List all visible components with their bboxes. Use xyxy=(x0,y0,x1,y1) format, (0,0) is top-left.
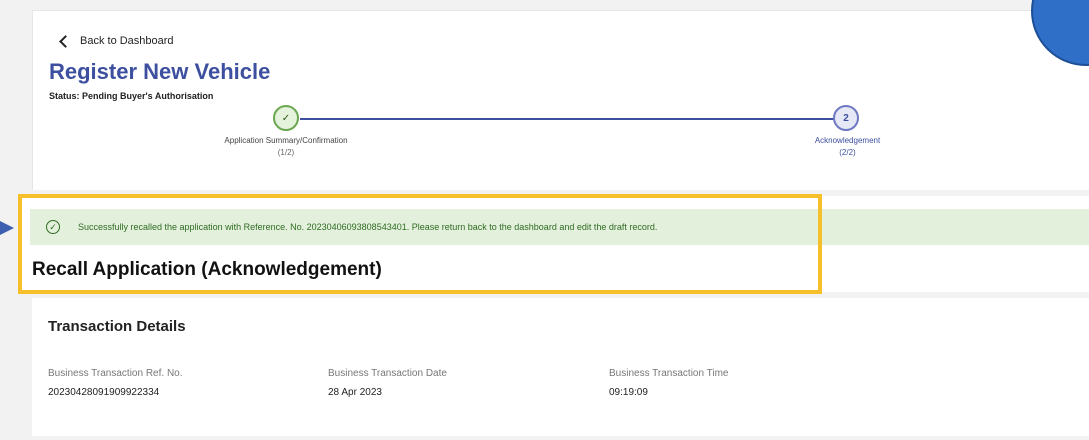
tx-ref-value: 20230428091909922334 xyxy=(48,387,160,398)
tx-time-label: Business Transaction Time xyxy=(609,368,729,379)
tx-date-value: 28 Apr 2023 xyxy=(328,387,382,398)
acknowledgement-section: ✓ Successfully recalled the application … xyxy=(20,196,1089,292)
success-alert: ✓ Successfully recalled the application … xyxy=(30,209,1089,245)
step-1-title: Application Summary/Confirmation xyxy=(224,136,348,145)
tx-date-field: Business Transaction Date 28 Apr 2023 xyxy=(328,368,447,398)
tx-time-field: Business Transaction Time 09:19:09 xyxy=(609,368,729,398)
chevron-left-icon xyxy=(59,34,72,48)
back-link-label: Back to Dashboard xyxy=(80,35,174,47)
section-title: Recall Application (Acknowledgement) xyxy=(32,259,382,280)
header-card: Back to Dashboard Register New Vehicle S… xyxy=(32,10,1089,190)
step-1-progress: (1/2) xyxy=(277,148,295,157)
step-2-indicator: 2 xyxy=(833,105,859,131)
check-circle-icon: ✓ xyxy=(46,220,60,234)
page-title: Register New Vehicle xyxy=(49,59,271,84)
tx-ref-field: Business Transaction Ref. No. 2023042809… xyxy=(48,368,183,398)
status-text: Status: Pending Buyer's Authorisation xyxy=(49,91,214,101)
tx-time-value: 09:19:09 xyxy=(609,387,648,398)
step-1-label: Application Summary/Confirmation (1/2) xyxy=(190,135,382,159)
annotation-arrow-icon xyxy=(0,221,14,235)
step-1-complete-icon: ✓ xyxy=(273,105,299,131)
back-to-dashboard-link[interactable]: Back to Dashboard xyxy=(57,34,174,48)
tx-ref-label: Business Transaction Ref. No. xyxy=(48,368,183,379)
tx-date-label: Business Transaction Date xyxy=(328,368,447,379)
stepper-connector xyxy=(300,118,836,120)
step-2-label: Acknowledgement (2/2) xyxy=(770,135,925,159)
step-2-progress: (2/2) xyxy=(839,148,856,157)
success-message: Successfully recalled the application wi… xyxy=(78,222,658,232)
transaction-details-title: Transaction Details xyxy=(48,318,186,335)
transaction-details-card: Transaction Details Business Transaction… xyxy=(32,298,1089,436)
step-2-title: Acknowledgement xyxy=(814,136,881,145)
